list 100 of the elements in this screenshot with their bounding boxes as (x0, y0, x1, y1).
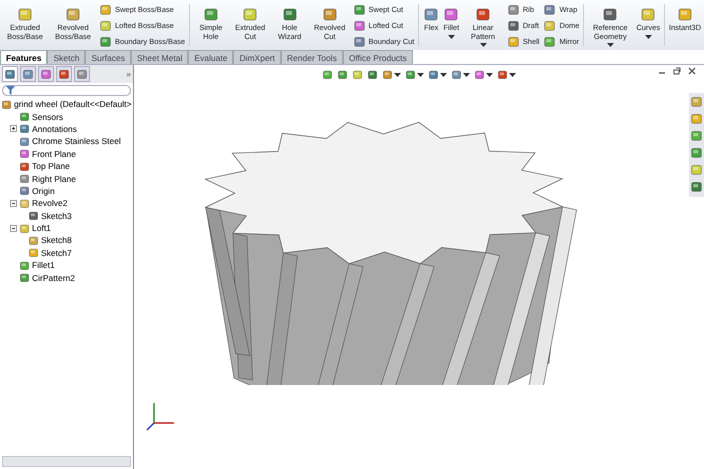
filter-field[interactable] (2, 85, 131, 96)
tree-item[interactable]: Front Plane (32, 148, 76, 159)
view-icon (352, 69, 363, 80)
tree-item[interactable]: Origin (32, 186, 55, 196)
tab[interactable]: DimXpert (233, 50, 281, 64)
tree-item[interactable]: Annotations (32, 124, 77, 134)
feature-icon (19, 222, 30, 234)
tab[interactable]: Features (0, 50, 48, 64)
feature-icon (19, 111, 30, 122)
panel-icon (76, 68, 88, 80)
task-icon (690, 95, 703, 108)
tab[interactable]: Surfaces (85, 50, 131, 64)
close-icon[interactable] (688, 67, 696, 75)
panel-icon (40, 68, 52, 80)
tab[interactable]: Office Products (342, 50, 413, 64)
tree-item[interactable]: Loft1 (32, 223, 51, 234)
feature-icon (443, 6, 460, 22)
feature-icon (65, 6, 81, 22)
panel-tab[interactable] (74, 66, 90, 82)
tab[interactable]: Sheet Metal (130, 50, 188, 64)
feature-icon (28, 210, 39, 222)
view-icon (474, 69, 485, 80)
tab[interactable]: Evaluate (188, 50, 234, 64)
feature-icon (475, 6, 491, 22)
caret-icon (448, 34, 455, 38)
task-pane-button[interactable] (690, 180, 703, 193)
tree-item[interactable]: Revolve2 (32, 198, 68, 208)
tree-item[interactable]: Fillet1 (32, 260, 55, 270)
feature-icon (602, 6, 618, 22)
view-toolbar-button[interactable] (382, 69, 401, 80)
tree-item[interactable]: grind wheel (Default<<Default> (14, 99, 132, 110)
feature-icon (543, 18, 556, 32)
task-icon (690, 112, 703, 125)
view-icon (405, 69, 416, 80)
feature-icon (242, 6, 258, 22)
feature-icon (506, 2, 520, 16)
view-icon (451, 69, 462, 80)
view-icon (367, 69, 378, 80)
view-toolbar-button[interactable] (474, 69, 493, 80)
panel-icon (4, 68, 16, 80)
horizontal-scrollbar[interactable] (2, 456, 131, 467)
task-icon (690, 146, 703, 159)
feature-icon (28, 234, 39, 246)
view-icon (382, 69, 393, 80)
task-pane-button[interactable] (690, 95, 703, 108)
feature-icon (543, 2, 556, 16)
tree-item[interactable]: Sketch8 (41, 235, 72, 246)
task-pane-button[interactable] (690, 112, 703, 125)
feature-icon (19, 198, 30, 209)
feature-icon (322, 6, 338, 22)
panel-tab[interactable] (2, 66, 18, 82)
panel-tab[interactable] (20, 66, 36, 82)
task-pane-button[interactable] (690, 163, 703, 176)
caret-icon (394, 72, 401, 76)
tree-item[interactable]: Sketch3 (41, 210, 72, 221)
view-icon (428, 69, 439, 80)
feature-icon (506, 18, 520, 32)
expand-icon[interactable] (10, 125, 17, 132)
tree-item[interactable]: Sketch7 (41, 248, 72, 258)
task-icon (690, 180, 703, 193)
restore-icon[interactable] (673, 67, 681, 75)
feature-icon (423, 6, 440, 22)
view-icon (322, 69, 333, 80)
caret-icon (463, 72, 470, 76)
feature-icon (202, 6, 219, 22)
caret-icon (509, 72, 516, 76)
task-pane-button[interactable] (690, 146, 703, 159)
view-toolbar-button[interactable] (405, 69, 424, 80)
tree-item[interactable]: Top Plane (32, 161, 70, 172)
caret-icon (417, 72, 424, 76)
panel-tab[interactable] (56, 66, 72, 82)
feature-icon (282, 6, 298, 22)
tree-item[interactable]: CirPattern2 (32, 272, 75, 283)
caret-icon (486, 72, 493, 76)
feature-icon (352, 2, 366, 16)
feature-icon (19, 160, 30, 172)
task-pane-button[interactable] (690, 129, 703, 142)
view-toolbar-button[interactable] (497, 69, 516, 80)
tab[interactable]: Sketch (47, 50, 86, 64)
caret-icon (644, 34, 652, 38)
view-toolbar-button[interactable] (451, 69, 470, 80)
feature-icon (19, 136, 30, 147)
tree-item[interactable]: Right Plane (32, 174, 76, 184)
tab[interactable]: Render Tools (280, 50, 343, 64)
tree-item[interactable]: Sensors (32, 112, 64, 122)
feature-icon (19, 260, 30, 271)
tree-item[interactable]: Chrome Stainless Steel (32, 136, 121, 146)
collapse-icon[interactable] (10, 200, 17, 207)
view-toolbar-button[interactable] (367, 69, 378, 80)
feature-icon (676, 6, 693, 22)
feature-icon (17, 6, 33, 22)
collapse-icon[interactable] (10, 224, 17, 232)
more-button[interactable]: » (126, 69, 131, 79)
feature-icon (19, 272, 30, 284)
panel-tab[interactable] (38, 66, 54, 82)
caret-icon (606, 43, 614, 47)
feature-icon (640, 6, 656, 22)
task-icon (690, 129, 703, 142)
view-toolbar-button[interactable] (428, 69, 447, 80)
feature-icon (352, 34, 366, 48)
